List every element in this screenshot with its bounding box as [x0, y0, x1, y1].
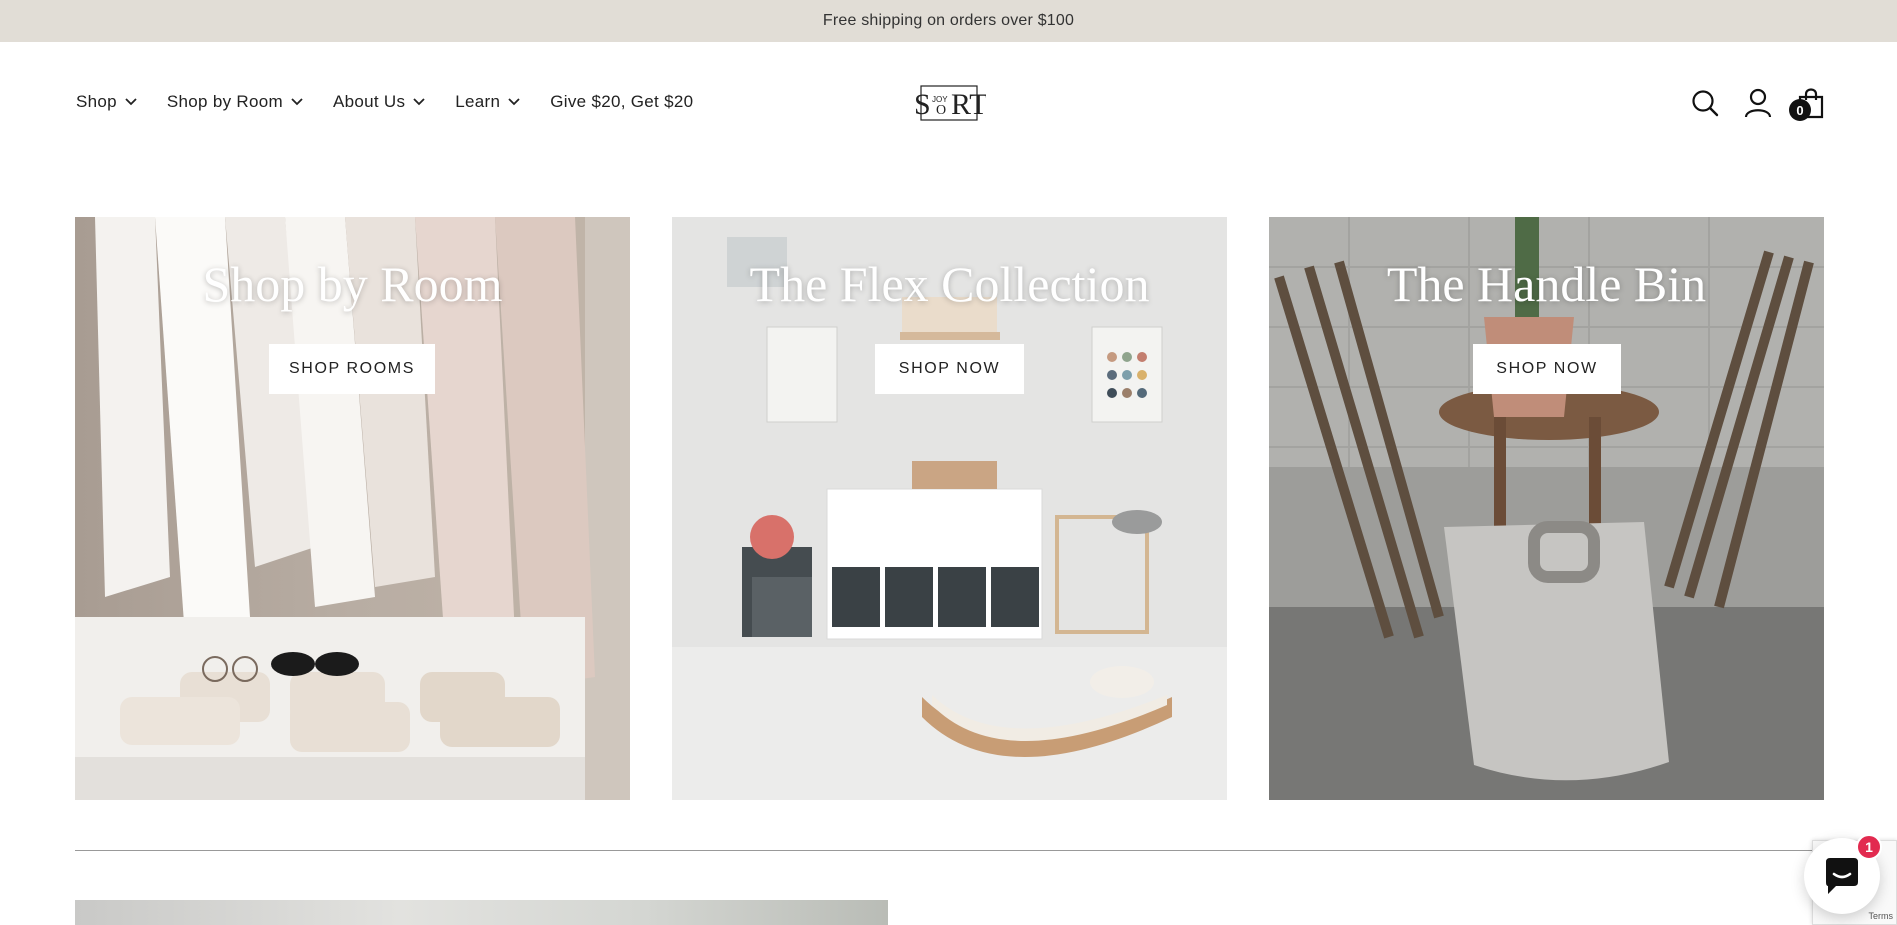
- nav-item-shop[interactable]: Shop: [76, 92, 137, 112]
- chat-widget-button[interactable]: 1: [1804, 834, 1882, 914]
- collection-tiles: Shop by Room SHOP ROOMS The Flex Collect…: [75, 217, 1824, 800]
- nav-item-referral[interactable]: Give $20, Get $20: [550, 92, 693, 112]
- recaptcha-terms-link[interactable]: Terms: [1869, 911, 1894, 921]
- nav-item-label: Shop: [76, 92, 117, 111]
- nav-item-about-us[interactable]: About Us: [333, 92, 425, 112]
- tile-title: The Flex Collection: [749, 256, 1150, 312]
- nav-item-label: Shop by Room: [166, 92, 283, 111]
- nav-item-shop-by-room[interactable]: Shop by Room: [167, 92, 303, 112]
- nav-item-label: Give $20, Get $20: [550, 92, 694, 111]
- cart-icon[interactable]: 0: [1789, 86, 1827, 121]
- chevron-down-icon: [291, 96, 303, 108]
- tile-title: The Handle Bin: [1386, 256, 1707, 312]
- shop-now-button[interactable]: SHOP NOW: [875, 344, 1024, 394]
- chevron-down-icon: [508, 96, 520, 108]
- site-header: Shop Shop by Room About Us Learn Give $2…: [0, 42, 1897, 168]
- announcement-text: Free shipping on orders over $100: [822, 12, 1075, 29]
- chevron-down-icon: [413, 96, 425, 108]
- nav-item-label: About Us: [332, 92, 406, 111]
- nav-item-learn[interactable]: Learn: [455, 92, 520, 112]
- shop-now-button[interactable]: SHOP NOW: [1473, 344, 1621, 394]
- tile-title: Shop by Room: [202, 256, 503, 312]
- chat-badge: 1: [1856, 834, 1882, 860]
- tile-flex-collection[interactable]: The Flex Collection SHOP NOW: [672, 217, 1227, 800]
- main-nav: Shop Shop by Room About Us Learn Give $2…: [76, 92, 723, 112]
- logo-mark: S JOY O RT: [914, 85, 986, 121]
- tile-handle-bin[interactable]: The Handle Bin SHOP NOW: [1269, 217, 1824, 800]
- header-icons: 0: [1668, 86, 1827, 121]
- svg-text:S: S: [914, 88, 931, 121]
- announcement-bar: Free shipping on orders over $100: [0, 0, 1897, 42]
- chat-icon: [1826, 858, 1858, 894]
- svg-text:RT: RT: [951, 88, 986, 121]
- nav-item-label: Learn: [455, 92, 501, 111]
- cart-count-badge: 0: [1789, 99, 1811, 121]
- section-divider: [75, 850, 1824, 851]
- search-icon[interactable]: [1689, 86, 1721, 120]
- tile-shop-by-room[interactable]: Shop by Room SHOP ROOMS: [75, 217, 630, 800]
- section-image-partial: [75, 900, 888, 925]
- svg-text:O: O: [936, 103, 946, 118]
- account-icon[interactable]: [1742, 86, 1774, 120]
- logo[interactable]: S JOY O RT: [912, 80, 986, 126]
- chevron-down-icon: [125, 96, 137, 108]
- shop-rooms-button[interactable]: SHOP ROOMS: [269, 344, 435, 394]
